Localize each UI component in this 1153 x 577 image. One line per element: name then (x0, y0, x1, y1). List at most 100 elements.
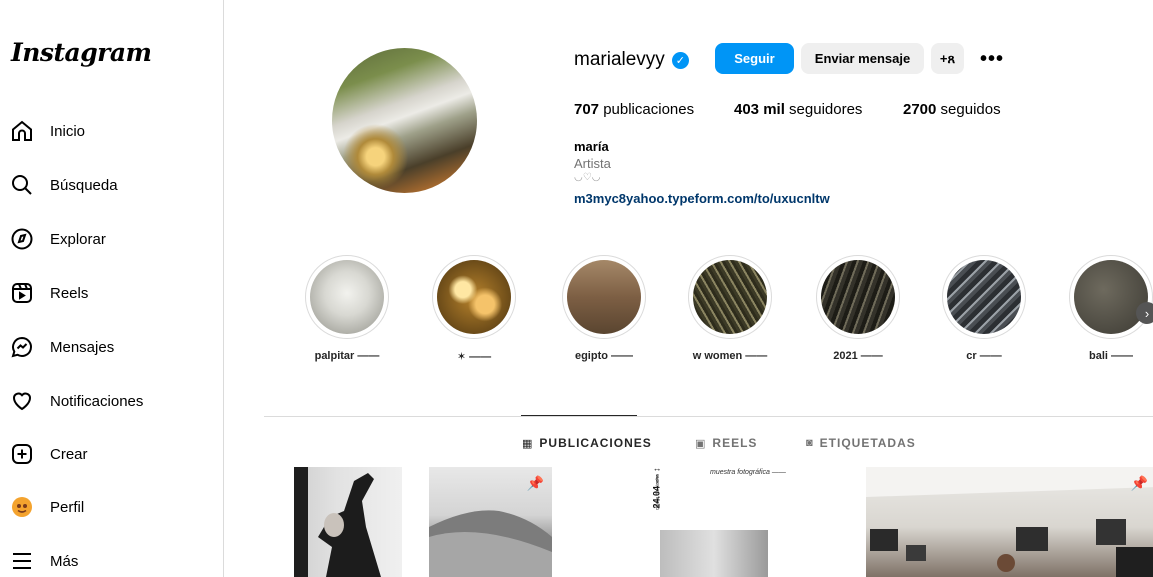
following-stat[interactable]: 2700 seguidos (903, 101, 1001, 118)
post-image (294, 467, 381, 577)
tab-label: ETIQUETADAS (819, 436, 916, 450)
menu-icon (10, 549, 34, 573)
sidebar-item-label: Perfil (50, 498, 85, 516)
sidebar-item-label: Búsqueda (50, 176, 118, 194)
highlight-cover (821, 260, 895, 334)
compass-icon (10, 227, 34, 251)
highlight-label: 2021 —— (833, 350, 883, 362)
more-options-icon[interactable]: ••• (980, 48, 1004, 71)
sidebar-item-mensajes[interactable]: Mensajes (10, 327, 210, 367)
highlight-item[interactable]: w women —— (688, 255, 772, 362)
profile-avatar[interactable] (332, 48, 477, 193)
post-image (866, 467, 1153, 577)
post-thumbnail[interactable]: 📌 (866, 467, 1153, 577)
following-label: seguidos (936, 101, 1001, 118)
sidebar-item-label: Crear (50, 445, 88, 463)
pinned-icon: 📌 (1130, 475, 1148, 491)
highlight-item[interactable]: palpitar —— (305, 255, 389, 362)
tab-etiquetadas[interactable]: ◙ ETIQUETADAS (806, 436, 916, 450)
highlights-next-arrow-icon[interactable]: › (1136, 302, 1153, 324)
tab-label: REELS (712, 436, 758, 450)
posts-label: publicaciones (599, 101, 695, 118)
highlight-ring (562, 255, 646, 339)
tagged-icon: ◙ (806, 437, 814, 449)
tab-label: PUBLICACIONES (539, 436, 652, 450)
followers-label: seguidores (784, 101, 863, 118)
sidebar-item-label: Más (50, 552, 79, 570)
sidebar-item-label: Mensajes (50, 338, 115, 356)
post-date-subtext: diez a dieciocho (654, 474, 661, 510)
posts-count-stat: 707 publicaciones (574, 101, 694, 118)
highlight-label: palpitar —— (314, 350, 380, 362)
tab-publicaciones[interactable]: ▦ PUBLICACIONES (522, 436, 652, 450)
highlight-cover (567, 260, 641, 334)
sidebar-item-label: Notificaciones (50, 392, 144, 410)
following-count: 2700 (903, 101, 937, 118)
highlight-item[interactable]: egipto —— (562, 255, 646, 362)
sidebar-item-mas[interactable]: Más (10, 541, 210, 577)
grid-icon: ▦ (522, 437, 534, 450)
highlight-label: bali —— (1088, 350, 1133, 362)
tab-reels[interactable]: ▣ REELS (695, 436, 757, 450)
post-date-block: 24.04 — ↕ diez a dieciocho (652, 467, 668, 517)
followers-stat[interactable]: 403 mil seguidores (734, 101, 862, 118)
reels-icon (10, 281, 34, 305)
active-tab-indicator (521, 415, 637, 416)
sidebar-item-label: Inicio (50, 122, 86, 140)
highlight-ring (688, 255, 772, 339)
highlight-label: w women —— (692, 350, 768, 362)
username-text: marialevyy (574, 49, 665, 70)
posts-count: 707 (574, 101, 600, 118)
post-text-top: muestra fotográfica —— (710, 469, 786, 476)
highlight-item[interactable]: ✶ —— (432, 255, 516, 363)
sidebar-item-crear[interactable]: Crear (10, 434, 210, 474)
profile-full-name: maría (574, 139, 609, 154)
avatar-icon (10, 495, 34, 519)
sidebar-item-inicio[interactable]: Inicio (10, 111, 210, 151)
sidebar-item-label: Explorar (50, 230, 106, 248)
post-thumbnail[interactable]: muestra fotográfica —— 24.04 — ↕ diez a … (640, 467, 830, 577)
home-icon (10, 119, 34, 143)
highlight-label: egipto —— (574, 350, 634, 362)
sidebar-item-explorar[interactable]: Explorar (10, 219, 210, 259)
sidebar-item-perfil[interactable]: Perfil (10, 487, 210, 527)
plus-square-icon (10, 442, 34, 466)
followers-count: 403 mil (734, 101, 785, 118)
follow-button[interactable]: Seguir (715, 43, 794, 74)
sidebar-item-reels[interactable]: Reels (10, 273, 210, 313)
highlight-label: ✶ —— (456, 351, 492, 363)
sidebar: Instagram Inicio Búsqueda Explorar Reels… (0, 0, 224, 577)
highlight-ring (432, 255, 516, 339)
highlight-cover (310, 260, 384, 334)
profile-category: Artista (574, 156, 611, 171)
bio-decoration: ◡♡◡ (574, 172, 601, 183)
highlight-ring (305, 255, 389, 339)
verified-badge-icon: ✓ (671, 51, 689, 69)
tabs-divider (264, 416, 1153, 417)
post-thumbnail[interactable]: 📌 (429, 467, 552, 577)
suggested-users-button[interactable]: +ጸ (931, 43, 964, 74)
highlight-ring (816, 255, 900, 339)
highlight-item[interactable]: 2021 —— (816, 255, 900, 362)
highlight-ring (942, 255, 1026, 339)
instagram-logo[interactable]: Instagram (11, 38, 152, 67)
highlight-cover (693, 260, 767, 334)
profile-link[interactable]: m3myc8yahoo.typeform.com/to/uxucnltw (574, 191, 830, 206)
send-message-button[interactable]: Enviar mensaje (801, 43, 924, 74)
messenger-icon (10, 335, 34, 359)
reels-icon: ▣ (695, 437, 707, 450)
sidebar-item-label: Reels (50, 284, 89, 302)
sidebar-item-busqueda[interactable]: Búsqueda (10, 165, 210, 205)
highlight-ring (1069, 255, 1153, 339)
pinned-icon: 📌 (526, 475, 544, 491)
profile-username: marialevyy ✓ (574, 49, 689, 71)
post-inner-photo (660, 530, 768, 577)
highlight-cover (1074, 260, 1148, 334)
highlight-item[interactable]: cr —— (942, 255, 1026, 362)
search-icon (10, 173, 34, 197)
sidebar-item-notificaciones[interactable]: Notificaciones (10, 381, 210, 421)
highlight-label: cr —— (966, 350, 1002, 362)
highlight-cover (437, 260, 511, 334)
post-thumbnail[interactable] (294, 467, 402, 577)
highlight-cover (947, 260, 1021, 334)
